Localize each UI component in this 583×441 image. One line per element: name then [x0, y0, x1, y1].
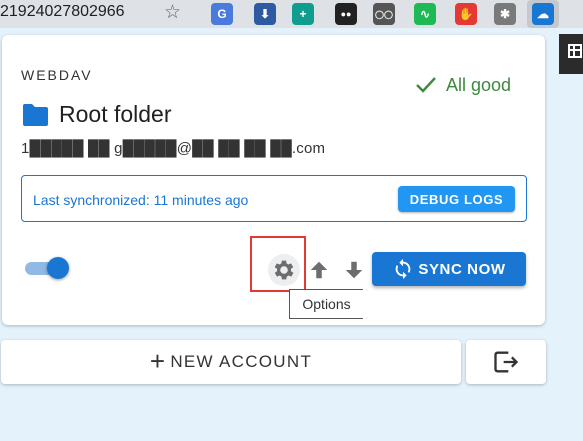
- eyes-icon[interactable]: ●●: [335, 3, 357, 25]
- account-email: 1█████ ██ g█████@██ ██ ██ ██.com: [21, 140, 326, 157]
- folder-name: Root folder: [59, 101, 172, 127]
- new-account-button[interactable]: + NEW ACCOUNT: [1, 340, 461, 384]
- browser-toolbar: 21924027802966 ☆ G ⬇ + ●● ◯◯ ∿ ✋ ✱ ☁: [0, 0, 583, 28]
- side-strip: [560, 28, 583, 441]
- sync-now-button[interactable]: SYNC NOW: [372, 252, 526, 286]
- new-account-label: NEW ACCOUNT: [170, 352, 313, 371]
- sync-now-label: SYNC NOW: [418, 260, 506, 278]
- options-button[interactable]: [268, 254, 300, 286]
- stop-hand-icon[interactable]: ✋: [455, 3, 477, 25]
- logout-icon: [494, 351, 519, 373]
- account-toggle[interactable]: [23, 257, 71, 279]
- url-text[interactable]: 21924027802966: [0, 3, 125, 21]
- cloud-sync-icon[interactable]: ☁: [532, 3, 554, 25]
- side-panel-icon[interactable]: [568, 44, 582, 58]
- last-sync-text: Last synchronized: 11 minutes ago: [33, 192, 249, 208]
- check-icon: [416, 77, 436, 93]
- plus-square-icon[interactable]: +: [292, 3, 314, 25]
- translate-icon[interactable]: G: [211, 3, 233, 25]
- logout-button[interactable]: [466, 340, 546, 384]
- sync-icon: [396, 258, 411, 280]
- audio-wave-icon[interactable]: ∿: [414, 3, 436, 25]
- palm-icon[interactable]: ✱: [494, 3, 516, 25]
- folder-row: Root folder: [22, 101, 172, 128]
- provider-label: WEBDAV: [21, 67, 93, 83]
- status-indicator: All good: [414, 73, 511, 97]
- toggle-knob: [47, 257, 69, 279]
- arrow-down-icon: [345, 261, 363, 279]
- plus-icon: +: [149, 346, 167, 376]
- debug-logs-button[interactable]: DEBUG LOGS: [398, 186, 515, 212]
- gear-icon: [274, 260, 294, 280]
- arrow-up-icon: [310, 261, 328, 279]
- mask-icon[interactable]: ◯◯: [373, 3, 395, 25]
- download-icon[interactable]: ⬇: [254, 3, 276, 25]
- account-card: WEBDAV All good Root folder 1█████ ██ g█…: [2, 35, 545, 325]
- bookmark-star-icon[interactable]: ☆: [164, 1, 181, 24]
- folder-icon: [23, 103, 48, 126]
- options-tooltip: Options: [289, 289, 363, 319]
- status-text: All good: [446, 74, 512, 95]
- upload-button[interactable]: [308, 259, 330, 281]
- download-button[interactable]: [343, 259, 365, 281]
- sync-status-box: Last synchronized: 11 minutes ago DEBUG …: [21, 175, 527, 222]
